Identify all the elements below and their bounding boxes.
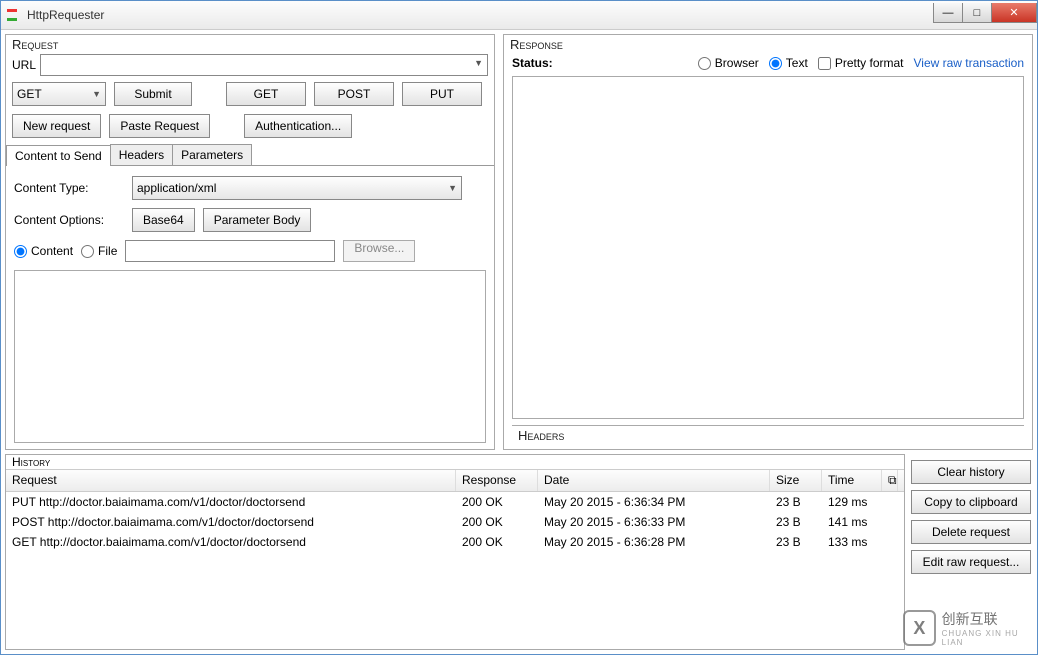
content-type-label: Content Type: (14, 181, 124, 195)
titlebar: HttpRequester — □ ✕ (1, 1, 1037, 30)
cell-date: May 20 2015 - 6:36:34 PM (538, 492, 770, 512)
browse-button: Browse... (343, 240, 415, 262)
file-radio[interactable]: File (81, 244, 117, 258)
cell-date: May 20 2015 - 6:36:33 PM (538, 512, 770, 532)
history-panel: History Request Response Date Size Time … (5, 454, 905, 650)
method-value: GET (17, 87, 42, 101)
watermark: X 创新互联 CHUANG XIN HU LIAN (903, 606, 1033, 650)
status-label: Status: (512, 56, 553, 70)
delete-request-button[interactable]: Delete request (911, 520, 1031, 544)
cell-time: 141 ms (822, 512, 882, 532)
minimize-button[interactable]: — (933, 3, 962, 23)
text-radio[interactable]: Text (769, 56, 808, 70)
watermark-subtext: CHUANG XIN HU LIAN (942, 629, 1033, 647)
authentication-button[interactable]: Authentication... (244, 114, 352, 138)
tab-parameters[interactable]: Parameters (172, 144, 252, 165)
clear-history-button[interactable]: Clear history (911, 460, 1031, 484)
cell-size: 23 B (770, 532, 822, 552)
content-body-textarea[interactable] (14, 270, 486, 443)
cell-request: POST http://doctor.baiaimama.com/v1/doct… (6, 512, 456, 532)
response-title: Response (504, 35, 1032, 52)
view-raw-link[interactable]: View raw transaction (914, 56, 1025, 70)
tab-headers[interactable]: Headers (110, 144, 173, 165)
file-path-input[interactable] (125, 240, 335, 262)
history-header: Request Response Date Size Time ⧉ (6, 469, 904, 492)
paste-request-button[interactable]: Paste Request (109, 114, 210, 138)
content-options-label: Content Options: (14, 213, 124, 227)
cell-response: 200 OK (456, 512, 538, 532)
col-date[interactable]: Date (538, 470, 770, 491)
chevron-down-icon[interactable]: ▼ (474, 58, 483, 68)
chevron-down-icon: ▼ (448, 183, 457, 193)
cell-response: 200 OK (456, 532, 538, 552)
response-body[interactable] (512, 76, 1024, 419)
table-row[interactable]: GET http://doctor.baiaimama.com/v1/docto… (6, 532, 904, 552)
copy-clipboard-button[interactable]: Copy to clipboard (911, 490, 1031, 514)
watermark-logo-icon: X (903, 610, 936, 646)
put-button[interactable]: PUT (402, 82, 482, 106)
request-panel: Request URL ▼ GET ▼ Submit GET (5, 34, 495, 450)
cell-time: 133 ms (822, 532, 882, 552)
response-headers-title: Headers (512, 425, 1024, 443)
col-response[interactable]: Response (456, 470, 538, 491)
col-time[interactable]: Time (822, 470, 882, 491)
url-label: URL (12, 58, 36, 72)
cell-date: May 20 2015 - 6:36:28 PM (538, 532, 770, 552)
edit-raw-request-button[interactable]: Edit raw request... (911, 550, 1031, 574)
cell-request: PUT http://doctor.baiaimama.com/v1/docto… (6, 492, 456, 512)
base64-button[interactable]: Base64 (132, 208, 195, 232)
table-row[interactable]: POST http://doctor.baiaimama.com/v1/doct… (6, 512, 904, 532)
content-radio[interactable]: Content (14, 244, 73, 258)
close-button[interactable]: ✕ (991, 3, 1037, 23)
chevron-down-icon: ▼ (92, 89, 101, 99)
window-title: HttpRequester (27, 8, 104, 22)
table-row[interactable]: PUT http://doctor.baiaimama.com/v1/docto… (6, 492, 904, 512)
response-panel: Response Status: Browser Text Pretty for… (503, 34, 1033, 450)
request-title: Request (6, 35, 494, 52)
cell-size: 23 B (770, 492, 822, 512)
col-size[interactable]: Size (770, 470, 822, 491)
method-select[interactable]: GET ▼ (12, 82, 106, 106)
cell-response: 200 OK (456, 492, 538, 512)
pretty-format-checkbox[interactable]: Pretty format (818, 56, 904, 70)
cell-request: GET http://doctor.baiaimama.com/v1/docto… (6, 532, 456, 552)
cell-size: 23 B (770, 512, 822, 532)
app-icon (5, 7, 21, 23)
parameter-body-button[interactable]: Parameter Body (203, 208, 312, 232)
tab-content-to-send[interactable]: Content to Send (6, 145, 111, 166)
browser-radio[interactable]: Browser (698, 56, 759, 70)
cell-time: 129 ms (822, 492, 882, 512)
maximize-button[interactable]: □ (962, 3, 991, 23)
content-type-select[interactable]: application/xml ▼ (132, 176, 462, 200)
watermark-text: 创新互联 (942, 609, 1033, 629)
url-input[interactable] (45, 55, 469, 75)
submit-button[interactable]: Submit (114, 82, 192, 106)
history-title: History (6, 455, 904, 469)
post-button[interactable]: POST (314, 82, 394, 106)
col-request[interactable]: Request (6, 470, 456, 491)
new-request-button[interactable]: New request (12, 114, 101, 138)
get-button[interactable]: GET (226, 82, 306, 106)
column-picker-icon[interactable]: ⧉ (882, 470, 898, 491)
